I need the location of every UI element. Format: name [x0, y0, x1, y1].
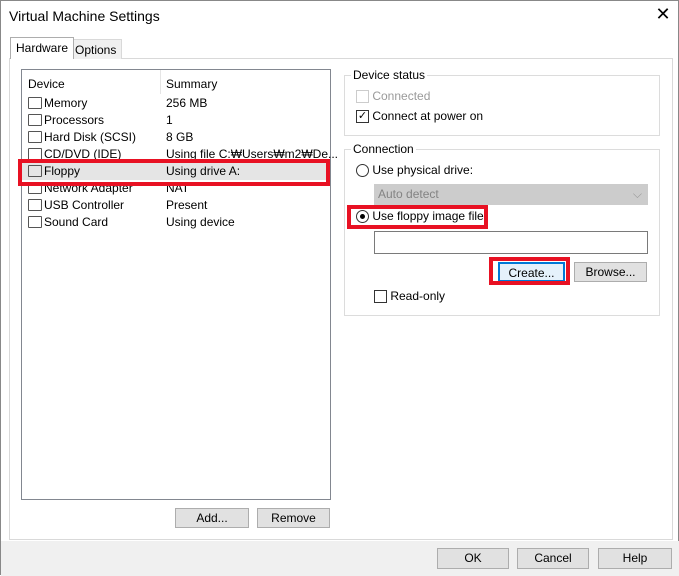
device-summary: 256 MB [166, 96, 208, 110]
physical-drive-radio[interactable]: Use physical drive: [356, 163, 474, 178]
device-name: Hard Disk (SCSI) [44, 130, 137, 144]
browse-button[interactable]: Browse... [574, 262, 647, 282]
cd-dvd-icon [28, 148, 42, 160]
device-row[interactable]: Memory 256 MB [22, 95, 330, 112]
device-row[interactable]: CD/DVD (IDE) Using file C:₩Users₩m2₩De... [22, 146, 338, 163]
device-name: USB Controller [44, 198, 125, 212]
remove-button[interactable]: Remove [257, 508, 330, 528]
device-name: Network Adapter [44, 181, 133, 195]
tab-hardware[interactable]: Hardware [10, 37, 75, 59]
device-name: Floppy [44, 164, 81, 178]
device-name: Sound Card [44, 215, 109, 229]
window-title: Virtual Machine Settings [9, 8, 160, 24]
connected-checkbox[interactable]: Connected [356, 89, 431, 104]
ok-button[interactable]: OK [437, 548, 509, 569]
device-status-group: Device status Connected ✓ Connect at pow… [344, 68, 660, 136]
chevron-down-icon: ⌵ [632, 187, 642, 201]
image-path-input[interactable] [374, 231, 648, 254]
check-icon: ✓ [356, 110, 369, 124]
device-summary: 1 [166, 113, 173, 127]
connected-label: Connected [372, 89, 431, 103]
device-summary: Present [166, 198, 208, 212]
network-icon [28, 182, 42, 194]
connect-power-on-checkbox[interactable]: ✓ Connect at power on [356, 109, 484, 124]
device-row[interactable]: Sound Card Using device [22, 214, 330, 231]
device-summary: Using file C:₩Users₩m2₩De... [166, 147, 339, 161]
device-row[interactable]: Processors 1 [22, 112, 330, 129]
connection-label: Connection [351, 142, 416, 156]
device-row[interactable]: USB Controller Present [22, 197, 330, 214]
read-only-checkbox[interactable]: Read-only [374, 289, 446, 304]
device-row[interactable]: Network Adapter NAT [22, 180, 330, 197]
column-summary[interactable]: Summary [166, 74, 217, 94]
processor-icon [28, 114, 42, 126]
memory-icon [28, 97, 42, 109]
device-list[interactable]: Device Summary Memory 256 MB Processors 1 Ha… [21, 69, 338, 500]
add-button[interactable]: Add... [175, 508, 249, 528]
connection-group: Connection Use physical drive: Auto dete… [344, 142, 660, 316]
device-summary: Using device [166, 215, 235, 229]
device-name: CD/DVD (IDE) [44, 147, 122, 161]
physical-drive-label: Use physical drive: [372, 163, 474, 177]
hard-disk-icon [28, 131, 42, 143]
floppy-image-label: Use floppy image file: [372, 209, 488, 223]
device-summary: NAT [166, 181, 190, 195]
column-divider [160, 70, 161, 94]
floppy-icon [28, 165, 42, 177]
device-summary: 8 GB [166, 130, 194, 144]
device-summary: Using drive A: [166, 164, 241, 178]
device-row[interactable]: Floppy Using drive A: [22, 163, 330, 180]
read-only-label: Read-only [390, 289, 446, 303]
close-button[interactable]: ✕ [653, 4, 673, 25]
device-name: Memory [44, 96, 88, 110]
tab-options[interactable]: Options [69, 39, 123, 59]
device-status-label: Device status [351, 68, 428, 82]
device-row[interactable]: Hard Disk (SCSI) 8 GB [22, 129, 330, 146]
device-name: Processors [44, 113, 105, 127]
create-button[interactable]: Create... [498, 262, 565, 282]
auto-detect-select: Auto detect ⌵ [374, 184, 648, 205]
connect-power-on-label: Connect at power on [372, 109, 484, 123]
usb-icon [28, 199, 42, 211]
column-device[interactable]: Device [28, 74, 65, 94]
help-button[interactable]: Help [598, 548, 672, 569]
sound-icon [28, 216, 42, 228]
floppy-image-radio[interactable]: Use floppy image file: [356, 209, 488, 224]
cancel-button[interactable]: Cancel [517, 548, 589, 569]
